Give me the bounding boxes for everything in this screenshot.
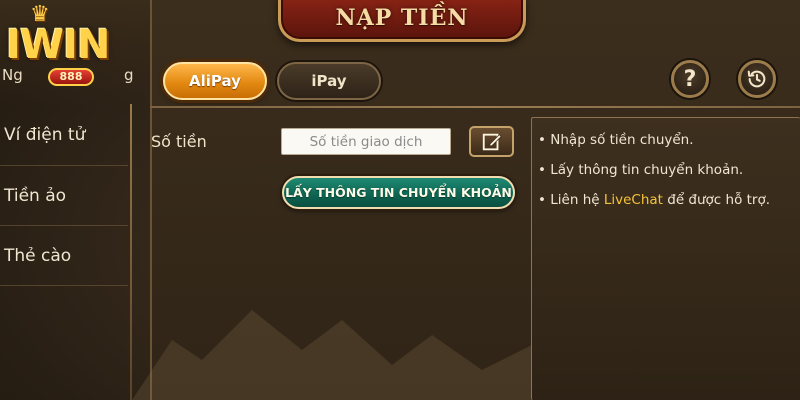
tabs-divider (150, 106, 800, 108)
get-transfer-info-button[interactable]: LẤY THÔNG TIN CHUYỂN KHOẢN (282, 176, 515, 209)
history-clock-icon (747, 70, 766, 88)
sidebar: Ví điện tử Tiền ảo Thẻ cào (0, 104, 128, 400)
instruction-text-1: Nhập số tiền chuyển. (550, 132, 694, 148)
amount-input[interactable] (281, 128, 451, 155)
instruction-text-2: Lấy thông tin chuyển khoản. (550, 162, 744, 178)
tab-ipay[interactable]: iPay (277, 62, 381, 100)
page-title-plaque: NẠP TIỀN (278, 0, 526, 42)
bullet: • (538, 192, 546, 208)
livechat-link[interactable]: LiveChat (604, 192, 663, 208)
iwin-logo: ♛ IWIN Ng 888 g (0, 0, 140, 100)
help-button[interactable]: ? (671, 60, 709, 98)
sidebar-item-e-wallet[interactable]: Ví điện tử (0, 104, 128, 166)
tab-alipay[interactable]: AliPay (163, 62, 267, 100)
bullet: • (538, 132, 546, 148)
logo-text: IWIN (6, 22, 110, 68)
question-icon: ? (683, 66, 697, 92)
background-mountains (132, 310, 532, 400)
instruction-item: • Nhập số tiền chuyển. (538, 132, 800, 148)
instruction-item: • Lấy thông tin chuyển khoản. (538, 162, 800, 178)
logo-sub-right: g (124, 66, 134, 84)
amount-label: Số tiền (151, 132, 207, 151)
sidebar-item-card[interactable]: Thẻ cào (0, 226, 128, 286)
logo-badge: 888 (48, 68, 94, 86)
edit-amount-button[interactable] (469, 126, 514, 157)
instruction-item: • Liên hệ LiveChat để được hỗ trợ. (538, 192, 800, 208)
history-button[interactable] (738, 60, 776, 98)
bullet: • (538, 162, 546, 178)
edit-pencil-icon (482, 133, 502, 150)
instruction-text-3-prefix: Liên hệ (550, 192, 604, 208)
sidebar-divider (130, 104, 132, 400)
sidebar-item-crypto[interactable]: Tiền ảo (0, 166, 128, 226)
instructions-panel: • Nhập số tiền chuyển. • Lấy thông tin c… (531, 117, 800, 400)
logo-sub-left: Ng (2, 66, 23, 84)
page-title: NẠP TIỀN (335, 4, 469, 31)
instruction-text-3-suffix: để được hỗ trợ. (662, 192, 771, 208)
